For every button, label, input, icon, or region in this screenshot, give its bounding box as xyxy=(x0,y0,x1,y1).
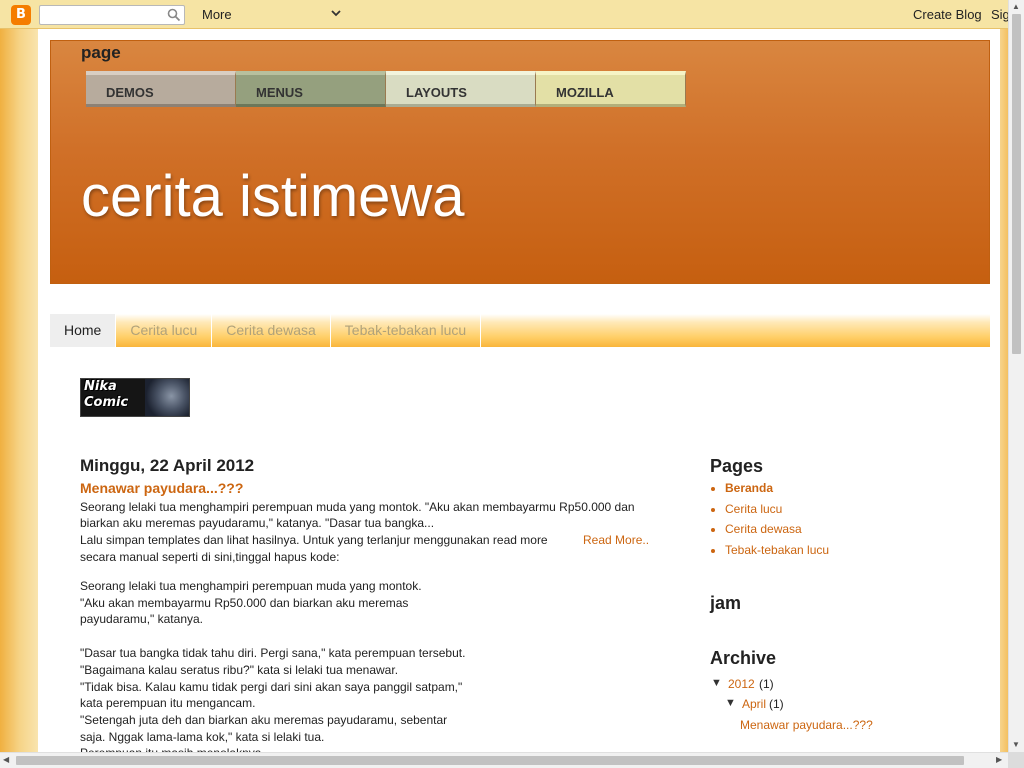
archive-month-count: (1) xyxy=(769,697,784,711)
page-label: page xyxy=(81,43,121,62)
search-box[interactable] xyxy=(39,5,185,25)
read-more-link[interactable]: Read More.. xyxy=(583,533,649,547)
tab-cerita-lucu[interactable]: Cerita lucu xyxy=(116,314,213,347)
archive-year-count: (1) xyxy=(759,677,774,691)
archive-year-toggle-icon[interactable]: ▼ xyxy=(711,677,722,689)
post-body-line: "Bagaimana kalau seratus ribu?" kata si … xyxy=(80,663,399,677)
archive-post-link[interactable]: Menawar payudara...??? xyxy=(740,718,873,732)
nika-comic-logo-text: Nika Comic xyxy=(84,379,129,410)
top-menu-item-layouts[interactable]: LAYOUTS xyxy=(386,71,536,107)
post-title-link[interactable]: Menawar payudara...??? xyxy=(80,480,243,496)
archive-heading: Archive xyxy=(710,648,777,668)
scroll-right-arrow-icon[interactable]: ▶ xyxy=(996,755,1002,764)
post-body-line: "Dasar tua bangka tidak tahu diri. Pergi… xyxy=(80,646,466,660)
vertical-scrollbar-thumb[interactable] xyxy=(1012,14,1021,354)
horizontal-scrollbar-thumb[interactable] xyxy=(16,756,964,765)
horizontal-scrollbar[interactable]: ◀ ▶ xyxy=(0,752,1008,768)
post-summary-line: Lalu simpan templates dan lihat hasilnya… xyxy=(80,533,548,547)
blogger-navbar: B More Create Blog Sign In xyxy=(0,0,1024,29)
pages-list: Beranda Cerita lucu Cerita dewasa Tebak-… xyxy=(710,480,829,562)
blogger-logo-icon[interactable]: B xyxy=(11,5,31,25)
post-date-header: Minggu, 22 April 2012 xyxy=(80,456,255,475)
post-summary-line: biarkan aku meremas payudaramu," katanya… xyxy=(80,516,435,530)
blog-header: page DEMOS MENUS LAYOUTS MOZILLA cerita … xyxy=(50,40,990,284)
scroll-up-arrow-icon[interactable]: ▲ xyxy=(1012,2,1020,11)
pages-heading: Pages xyxy=(710,456,764,476)
scrollbar-corner xyxy=(1008,752,1024,768)
post-body-line: "Setengah juta deh dan biarkan aku merem… xyxy=(80,713,448,727)
more-menu[interactable]: More xyxy=(202,7,232,22)
scroll-down-arrow-icon[interactable]: ▼ xyxy=(1012,740,1020,749)
top-menu-item-menus[interactable]: MENUS xyxy=(236,71,386,107)
tab-cerita-dewasa[interactable]: Cerita dewasa xyxy=(212,314,331,347)
post-summary-line: secara manual seperti di sini,tinggal ha… xyxy=(80,550,340,564)
tab-tebak-tebakan-lucu[interactable]: Tebak-tebakan lucu xyxy=(331,314,482,347)
blog-title[interactable]: cerita istimewa xyxy=(81,163,465,230)
post-body-line: Seorang lelaki tua menghampiri perempuan… xyxy=(80,579,422,593)
vertical-scrollbar[interactable]: ▲ ▼ xyxy=(1008,0,1024,752)
top-menu-item-mozilla[interactable]: MOZILLA xyxy=(536,71,686,107)
post-body-line: kata perempuan itu mengancam. xyxy=(80,696,256,710)
scroll-left-arrow-icon[interactable]: ◀ xyxy=(3,755,9,764)
archive-month-toggle-icon[interactable]: ▼ xyxy=(725,697,736,709)
pages-item-cerita-dewasa[interactable]: Cerita dewasa xyxy=(725,521,829,542)
post-body-line: saja. Nggak lama-lama kok," kata si lela… xyxy=(80,730,325,744)
chevron-down-icon[interactable] xyxy=(330,7,342,19)
post-body-line: payudaramu," katanya. xyxy=(80,612,203,626)
pages-item-cerita-lucu[interactable]: Cerita lucu xyxy=(725,501,829,522)
create-blog-link[interactable]: Create Blog xyxy=(913,7,982,22)
archive-year-link[interactable]: 2012 xyxy=(728,677,755,691)
search-input[interactable] xyxy=(44,7,166,25)
jam-heading: jam xyxy=(710,593,742,613)
post-body-line: "Tidak bisa. Kalau kamu tidak pergi dari… xyxy=(80,680,463,694)
tab-home[interactable]: Home xyxy=(50,314,117,347)
pages-item-tebak-tebakan-lucu[interactable]: Tebak-tebakan lucu xyxy=(725,542,829,563)
top-menu-item-demos[interactable]: DEMOS xyxy=(86,71,236,107)
post-body-line: "Aku akan membayarmu Rp50.000 dan biarka… xyxy=(80,596,409,610)
nika-comic-logo-image[interactable]: Nika Comic xyxy=(80,378,190,417)
archive-month-link[interactable]: April xyxy=(742,697,766,711)
post-summary-line: Seorang lelaki tua menghampiri perempuan… xyxy=(80,500,635,514)
comic-face-illustration xyxy=(145,379,189,416)
top-menu: DEMOS MENUS LAYOUTS MOZILLA xyxy=(86,71,686,107)
page-tabs: Home Cerita lucu Cerita dewasa Tebak-teb… xyxy=(50,314,990,347)
pages-item-beranda[interactable]: Beranda xyxy=(725,480,829,501)
search-icon[interactable] xyxy=(167,8,181,22)
